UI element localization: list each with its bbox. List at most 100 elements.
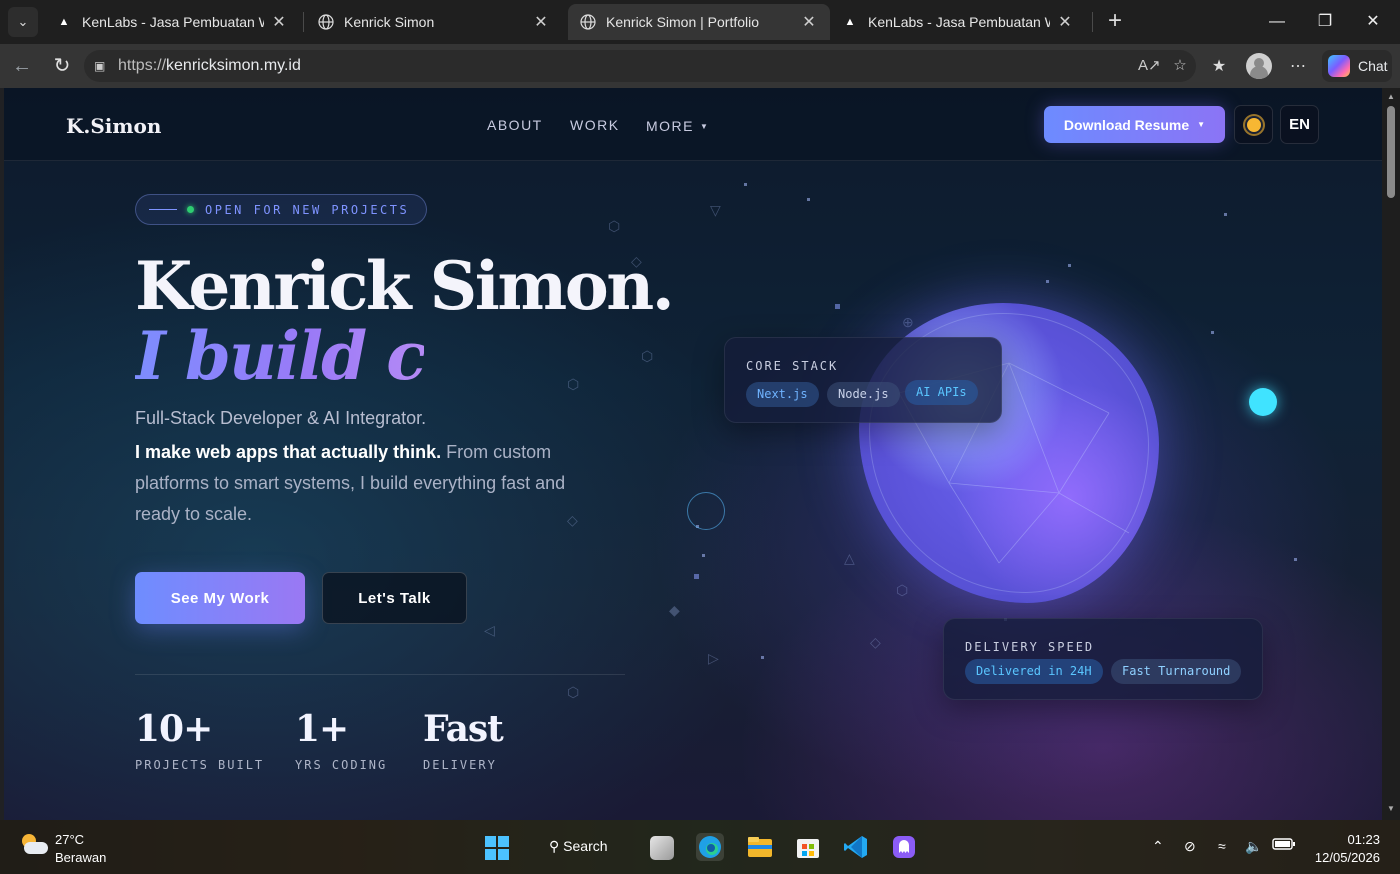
microsoft-store-icon[interactable] bbox=[794, 833, 822, 861]
plus-icon: + bbox=[1107, 7, 1122, 34]
scroll-down-icon[interactable]: ▼ bbox=[1382, 804, 1400, 813]
stat-label: DELIVERY bbox=[423, 758, 497, 772]
start-button[interactable] bbox=[485, 836, 509, 860]
hexagon-icon: ⬡ bbox=[641, 348, 654, 364]
globe-icon bbox=[580, 14, 596, 30]
play-icon: ▷ bbox=[708, 650, 719, 666]
close-icon: ✕ bbox=[1366, 13, 1380, 30]
volume-icon[interactable]: 🔈 bbox=[1245, 838, 1262, 855]
scroll-up-icon[interactable]: ▲ bbox=[1382, 92, 1400, 101]
cyan-orb bbox=[1249, 388, 1277, 416]
stat-label: PROJECTS BUILT bbox=[135, 758, 265, 772]
close-icon[interactable]: ✕ bbox=[800, 12, 818, 32]
nav-about[interactable]: ABOUT bbox=[487, 117, 543, 133]
arrow-left-icon: ← bbox=[12, 55, 32, 77]
search-icon: ⚲ bbox=[549, 838, 560, 854]
minimize-icon: — bbox=[1269, 13, 1285, 30]
hero-description: I make web apps that actually think. Fro… bbox=[135, 442, 566, 524]
windows-taskbar: 27°C Berawan ⚲ Search ⌃ ⊘ ≈ 🔈 01:23 12/0… bbox=[0, 820, 1400, 874]
weather-temperature[interactable]: 27°C bbox=[55, 832, 84, 847]
copilot-chat-button[interactable]: Chat bbox=[1322, 50, 1392, 82]
hexagon-icon: ⬡ bbox=[608, 218, 621, 234]
chevron-down-icon: ⌄ bbox=[17, 14, 29, 29]
hero-typing-title: I build c bbox=[135, 317, 426, 395]
divider bbox=[135, 674, 625, 675]
stat-value: Fast bbox=[423, 708, 504, 750]
lets-talk-button[interactable]: Let's Talk bbox=[322, 572, 467, 624]
download-resume-button[interactable]: Download Resume ▼ bbox=[1044, 106, 1225, 143]
favorites-icon[interactable]: ★ bbox=[1208, 56, 1230, 78]
site-navbar: K.Simon ABOUT WORK MORE ▼ Download Resume… bbox=[4, 88, 1382, 161]
close-icon[interactable]: ✕ bbox=[270, 12, 288, 32]
browser-toolbar: ← ↻ ▣ https://kenricksimon.my.id A↗ ☆ ★ … bbox=[0, 44, 1400, 88]
triangle-icon: △ bbox=[844, 550, 855, 566]
tab-actions-menu-button[interactable]: ⌄ bbox=[8, 7, 38, 37]
task-view-icon[interactable] bbox=[650, 836, 674, 860]
browser-tab[interactable]: ▲ KenLabs - Jasa Pembuatan Website ✕ bbox=[44, 4, 300, 40]
more-options-icon[interactable]: ⋯ bbox=[1287, 56, 1309, 78]
browser-tab[interactable]: Kenrick Simon ✕ bbox=[306, 4, 562, 40]
profile-avatar[interactable] bbox=[1246, 53, 1272, 79]
globe-icon bbox=[318, 14, 334, 30]
delivery-chip: Fast Turnaround bbox=[1111, 659, 1242, 684]
show-hidden-icons-chevron-icon[interactable]: ⌃ bbox=[1152, 838, 1164, 855]
ghost-app-icon[interactable] bbox=[890, 833, 918, 861]
location-off-icon[interactable]: ⊘ bbox=[1184, 838, 1196, 855]
language-toggle-button[interactable]: EN bbox=[1280, 105, 1319, 144]
stack-chip: Next.js bbox=[746, 382, 819, 407]
minimize-button[interactable]: — bbox=[1250, 0, 1304, 44]
nav-more-dropdown[interactable]: MORE ▼ bbox=[646, 118, 709, 134]
hexagon-icon: ⬡ bbox=[567, 376, 580, 392]
taskbar-search[interactable]: ⚲ Search bbox=[549, 838, 608, 855]
delivery-speed-card: DELIVERY SPEED Delivered in 24H Fast Tur… bbox=[943, 618, 1263, 700]
restore-button[interactable]: ❐ bbox=[1298, 0, 1352, 44]
vscode-icon[interactable] bbox=[842, 833, 870, 861]
badge-line bbox=[149, 209, 177, 210]
wifi-icon[interactable]: ≈ bbox=[1218, 838, 1226, 854]
hero-title: Kenrick Simon. bbox=[135, 247, 675, 325]
address-bar[interactable]: ▣ https://kenricksimon.my.id A↗ ☆ bbox=[84, 50, 1196, 82]
browser-tab[interactable]: ▲ KenLabs - Jasa Pembuatan Website ✕ bbox=[830, 4, 1086, 40]
site-info-icon[interactable]: ▣ bbox=[94, 59, 112, 73]
triangle-icon: ▲ bbox=[58, 16, 70, 28]
close-icon[interactable]: ✕ bbox=[1056, 12, 1074, 32]
reload-icon: ↻ bbox=[53, 55, 71, 77]
stack-chip: Node.js bbox=[827, 382, 900, 407]
card-label: CORE STACK bbox=[746, 359, 839, 373]
theme-toggle-button[interactable] bbox=[1234, 105, 1273, 144]
diamond-icon: ◆ bbox=[669, 602, 680, 618]
read-aloud-icon[interactable]: A↗ bbox=[1138, 56, 1161, 76]
delivery-chip: Delivered in 24H bbox=[965, 659, 1103, 684]
file-explorer-icon[interactable] bbox=[746, 833, 774, 861]
page-scrollbar[interactable]: ▲ ▼ bbox=[1382, 88, 1400, 820]
url-text[interactable]: https://kenricksimon.my.id bbox=[118, 57, 301, 75]
copilot-icon bbox=[1328, 55, 1350, 77]
favorite-star-icon[interactable]: ☆ bbox=[1170, 56, 1190, 76]
reload-button[interactable]: ↻ bbox=[48, 52, 76, 80]
site-logo[interactable]: K.Simon bbox=[66, 114, 161, 138]
new-tab-button[interactable]: + bbox=[1101, 8, 1129, 36]
triangle-icon: ◁ bbox=[484, 622, 495, 638]
sun-icon bbox=[1246, 117, 1261, 132]
hero-subtitle: Full-Stack Developer & AI Integrator. bbox=[135, 408, 427, 428]
system-clock[interactable]: 01:23 12/05/2026 bbox=[1315, 831, 1380, 867]
triangle-icon: ▲ bbox=[844, 16, 856, 28]
browser-tab-active[interactable]: Kenrick Simon | Portfolio ✕ bbox=[568, 4, 830, 40]
stat-label: YRS CODING bbox=[295, 758, 388, 772]
diamond-icon: ◇ bbox=[870, 634, 881, 650]
nav-work[interactable]: WORK bbox=[570, 117, 620, 133]
weather-condition[interactable]: Berawan bbox=[55, 850, 106, 865]
battery-icon[interactable] bbox=[1272, 837, 1296, 854]
triangle-icon: ▽ bbox=[710, 202, 721, 218]
card-label: DELIVERY SPEED bbox=[965, 640, 1095, 654]
see-my-work-button[interactable]: See My Work bbox=[135, 572, 305, 624]
close-window-button[interactable]: ✕ bbox=[1346, 0, 1400, 44]
weather-icon[interactable] bbox=[18, 834, 48, 858]
browser-tab-bar: ⌄ ▲ KenLabs - Jasa Pembuatan Website ✕ K… bbox=[0, 0, 1400, 44]
restore-icon: ❐ bbox=[1317, 13, 1333, 30]
close-icon[interactable]: ✕ bbox=[532, 12, 550, 32]
scrollbar-thumb[interactable] bbox=[1387, 106, 1395, 198]
back-button[interactable]: ← bbox=[8, 52, 36, 80]
edge-icon[interactable] bbox=[696, 833, 724, 861]
availability-badge: OPEN FOR NEW PROJECTS bbox=[135, 194, 427, 225]
